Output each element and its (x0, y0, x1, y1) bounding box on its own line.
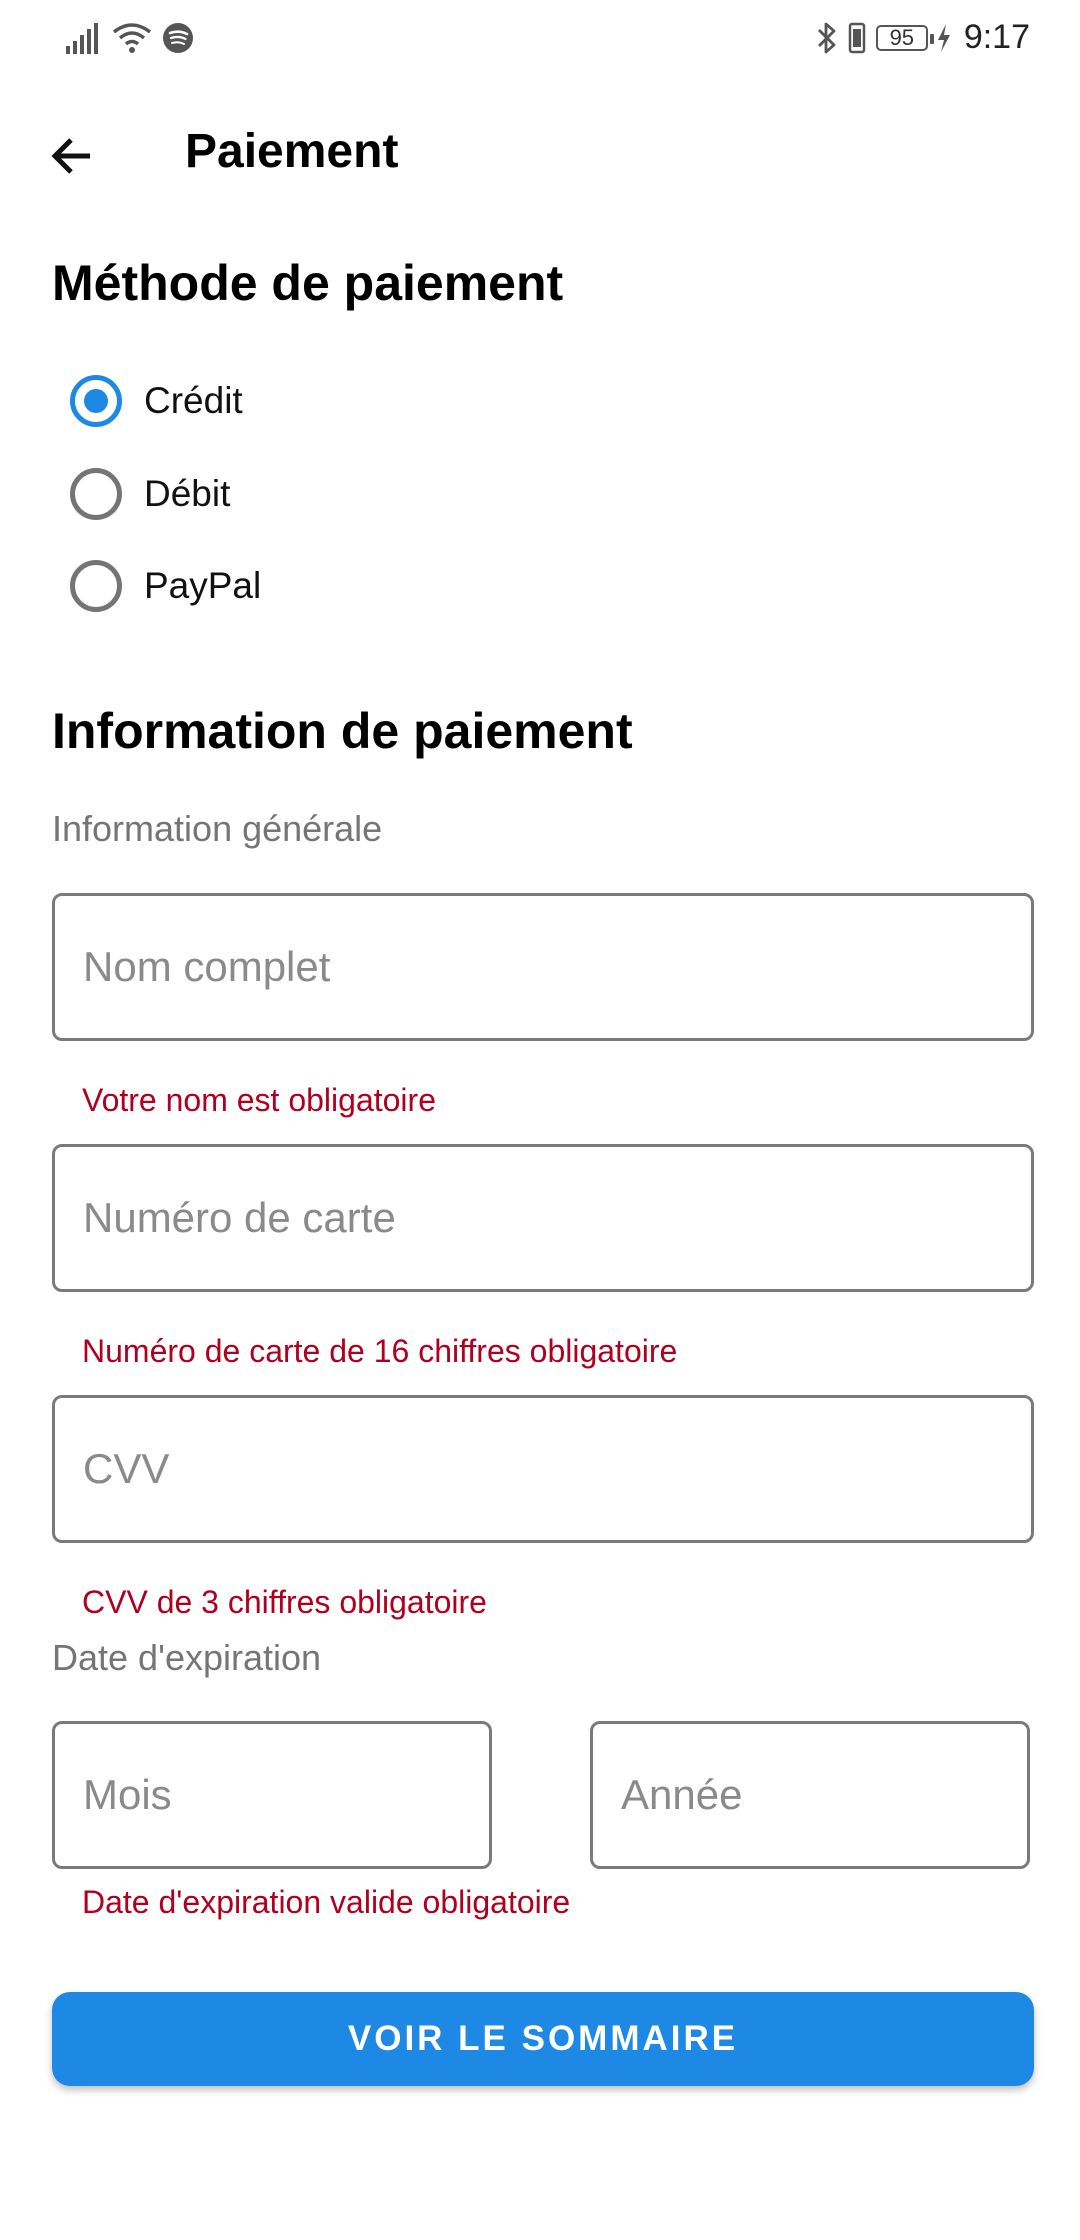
radio-credit[interactable]: Crédit (70, 375, 243, 427)
battery-icon: 95 (875, 24, 934, 51)
bluetooth-icon (817, 22, 836, 53)
battery-level: 95 (889, 24, 915, 50)
expiry-year-field[interactable] (590, 1721, 1030, 1869)
cvv-input[interactable] (55, 1398, 1031, 1540)
view-summary-button[interactable]: VOIR LE SOMMAIRE (52, 1992, 1034, 2086)
radio-button-checked[interactable] (70, 375, 122, 427)
radio-button[interactable] (70, 560, 122, 612)
expiry-year-input[interactable] (593, 1724, 1027, 1866)
full-name-error: Votre nom est obligatoire (82, 1082, 436, 1118)
app-bar: Paiement (0, 110, 1080, 200)
radio-paypal[interactable]: PayPal (70, 560, 261, 612)
payment-info-title: Information de paiement (52, 703, 633, 759)
vibrate-icon (848, 22, 866, 53)
full-name-field[interactable] (52, 893, 1034, 1041)
cvv-field[interactable] (52, 1395, 1034, 1543)
radio-button[interactable] (70, 468, 122, 520)
charging-icon (937, 23, 950, 52)
radio-label-debit: Débit (144, 473, 231, 514)
expiry-month-input[interactable] (55, 1724, 489, 1866)
spotify-icon (163, 23, 193, 53)
general-info-label: Information générale (52, 808, 383, 849)
expiry-month-field[interactable] (52, 1721, 492, 1869)
status-left (66, 22, 194, 54)
radio-label-credit: Crédit (144, 380, 243, 421)
expiry-error: Date d'expiration valide obligatoire (82, 1884, 571, 1920)
card-number-field[interactable] (52, 1144, 1034, 1292)
wifi-icon (112, 23, 152, 53)
full-name-input[interactable] (55, 896, 1031, 1038)
status-right: 95 9:17 (816, 18, 1030, 57)
page-title: Paiement (185, 125, 399, 178)
back-button[interactable] (44, 128, 100, 184)
status-bar: 95 9:17 (0, 0, 1080, 80)
arrow-left-icon (51, 138, 90, 174)
cvv-error: CVV de 3 chiffres obligatoire (82, 1584, 487, 1620)
radio-label-paypal: PayPal (144, 565, 262, 606)
card-number-error: Numéro de carte de 16 chiffres obligatoi… (82, 1333, 678, 1369)
payment-method-title: Méthode de paiement (52, 255, 564, 311)
status-time: 9:17 (963, 18, 1030, 56)
radio-debit[interactable]: Débit (70, 468, 230, 520)
expiry-date-label: Date d'expiration (52, 1637, 322, 1678)
signal-icon (66, 23, 98, 54)
card-number-input[interactable] (55, 1147, 1031, 1289)
